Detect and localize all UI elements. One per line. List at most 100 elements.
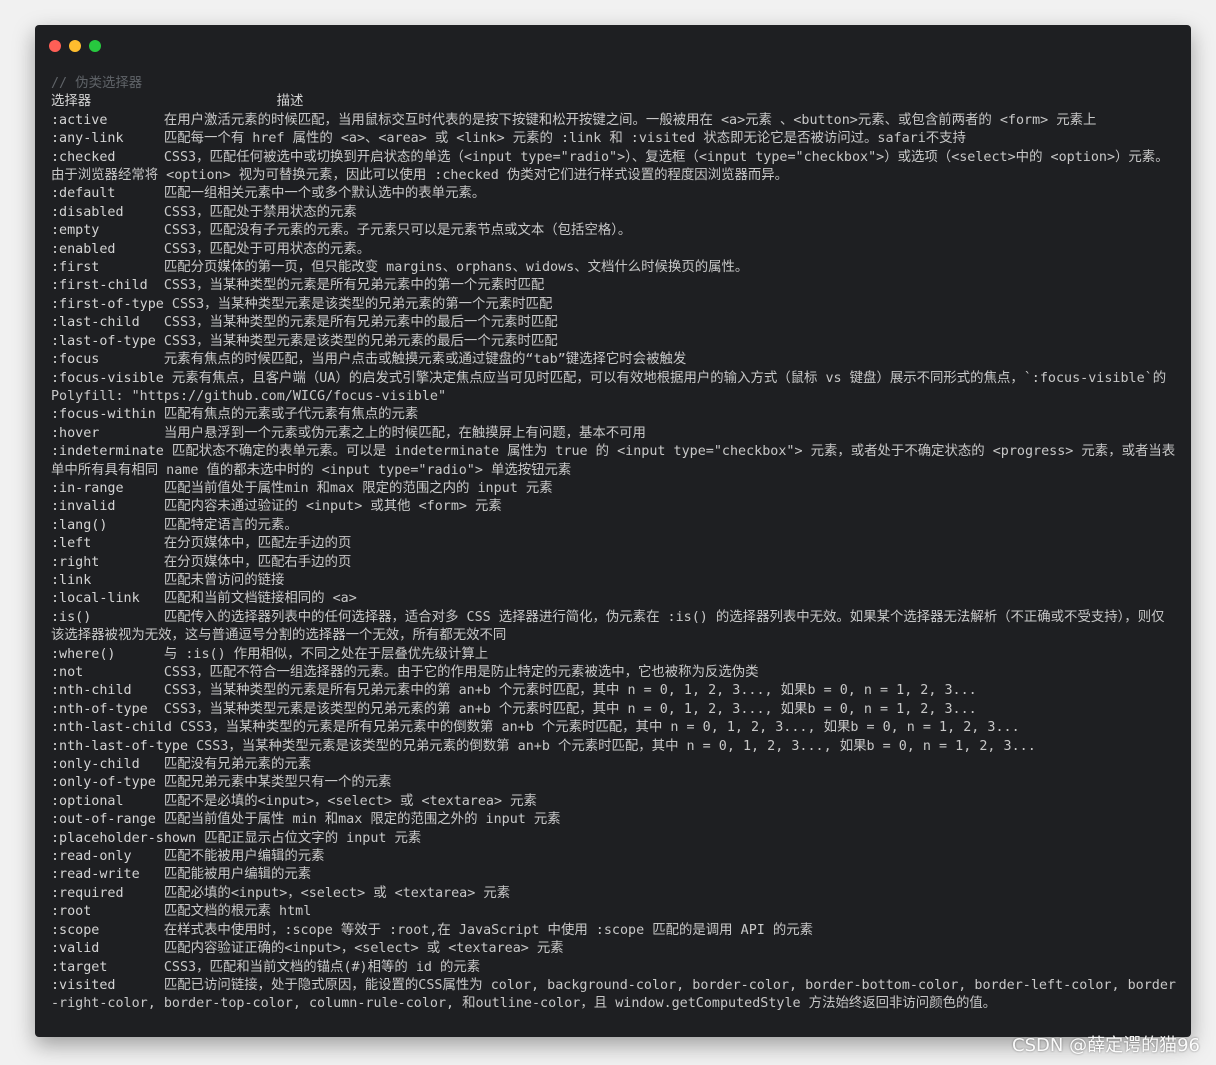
pseudo-class-selector: :any-link <box>51 131 156 147</box>
table-row: :nth-of-type CSS3，当某种类型元素是该类型的兄弟元素的第 an+… <box>51 701 1176 719</box>
pseudo-class-description: 匹配不能被用户编辑的元素 <box>155 849 325 865</box>
pseudo-class-description: CSS3，当某种类型元素是该类型的兄弟元素的第一个元素时匹配 <box>163 296 553 312</box>
pseudo-class-selector: :left <box>51 536 156 552</box>
table-row: :scope 在样式表中使用时，:scope 等效于 :root,在 JavaS… <box>51 922 1176 940</box>
pseudo-class-description: 匹配分页媒体的第一页，但只能改变 margins、orphans、widows、… <box>155 260 749 276</box>
pseudo-class-selector: :required <box>51 885 156 901</box>
pseudo-class-description: 匹配内容验证正确的<input>，<select> 或 <textarea> 元… <box>155 941 564 957</box>
table-row: :is() 匹配传入的选择器列表中的任何选择器，适合对多 CSS 选择器进行简化… <box>51 609 1176 646</box>
pseudo-class-description: CSS3，当某种类型元素是该类型的兄弟元素的最后一个元素时匹配 <box>155 333 558 349</box>
table-row: :invalid 匹配内容未通过验证的 <input> 或其他 <form> 元… <box>51 498 1176 516</box>
zoom-button[interactable] <box>89 40 101 52</box>
header-spacer <box>91 94 276 109</box>
pseudo-class-description: 匹配未曾访问的链接 <box>155 572 285 588</box>
pseudo-class-selector: :focus <box>51 352 156 368</box>
table-row: :valid 匹配内容验证正确的<input>，<select> 或 <text… <box>51 940 1176 958</box>
pseudo-class-description: 当用户悬浮到一个元素或伪元素之上的时候匹配，在触摸屏上有问题，基本不可用 <box>155 425 646 441</box>
pseudo-class-selector: :only-child <box>51 757 156 773</box>
table-row: :first-child CSS3，当某种类型的元素是所有兄弟元素中的第一个元素… <box>51 277 1176 295</box>
pseudo-class-selector: :valid <box>51 941 156 957</box>
table-row: :root 匹配文档的根元素 html <box>51 903 1176 921</box>
code-window: // 伪类选择器 选择器 描述 :active 在用户激活元素的时候匹配，当用鼠… <box>35 25 1191 1037</box>
pseudo-class-description: CSS3，当某种类型的元素是所有兄弟元素中的第 an+b 个元素时匹配，其中 n… <box>155 683 977 699</box>
table-row: :in-range 匹配当前值处于属性min 和max 限定的范围之内的 inp… <box>51 480 1176 498</box>
minimize-button[interactable] <box>69 40 81 52</box>
pseudo-class-selector: :hover <box>51 425 156 441</box>
table-row: :only-of-type 匹配兄弟元素中某类型只有一个的元素 <box>51 774 1176 792</box>
pseudo-class-description: 匹配特定语言的元素。 <box>155 517 298 533</box>
table-row: :default 匹配一组相关元素中一个或多个默认选中的表单元素。 <box>51 185 1176 203</box>
pseudo-class-description: CSS3，匹配没有子元素的元素。子元素只可以是元素节点或文本（包括空格）。 <box>155 223 632 239</box>
pseudo-class-selector: :disabled <box>51 204 156 220</box>
pseudo-class-description: 匹配每一个有 href 属性的 <a>、<area> 或 <link> 元素的 … <box>155 131 966 147</box>
pseudo-class-selector: :visited <box>51 977 156 993</box>
table-row: :local-link 匹配和当前文档链接相同的 <a> <box>51 590 1176 608</box>
header-selector: 选择器 <box>51 94 92 110</box>
header-row: 选择器 描述 <box>51 93 1176 111</box>
pseudo-class-description: CSS3，当某种类型元素是该类型的兄弟元素的第 an+b 个元素时匹配，其中 n… <box>155 701 977 717</box>
pseudo-class-selector: :checked <box>51 149 156 165</box>
header-description: 描述 <box>276 94 304 110</box>
pseudo-class-selector: :default <box>51 186 156 202</box>
pseudo-class-description: 匹配能被用户编辑的元素 <box>155 867 312 883</box>
pseudo-class-selector: :where() <box>51 646 156 662</box>
rows-list: :active 在用户激活元素的时候匹配，当用鼠标交互时代表的是按下按键和松开按… <box>51 112 1176 1014</box>
pseudo-class-description: 与 :is() 作用相似，不同之处在于层叠优先级计算上 <box>155 646 489 662</box>
pseudo-class-description: CSS3，当某种类型的元素是所有兄弟元素中的第一个元素时匹配 <box>155 278 545 294</box>
table-row: :active 在用户激活元素的时候匹配，当用鼠标交互时代表的是按下按键和松开按… <box>51 112 1176 130</box>
table-row: :lang() 匹配特定语言的元素。 <box>51 517 1176 535</box>
table-row: :read-write 匹配能被用户编辑的元素 <box>51 866 1176 884</box>
pseudo-class-description: 元素有焦点的时候匹配，当用户点击或触摸元素或通过键盘的“tab”键选择它时会被触… <box>155 352 687 368</box>
table-row: :focus-visible 元素有焦点，且客户端（UA）的启发式引擎决定焦点应… <box>51 370 1176 407</box>
pseudo-class-selector: :local-link <box>51 591 156 607</box>
pseudo-class-description: CSS3，匹配处于可用状态的元素。 <box>155 241 371 257</box>
pseudo-class-selector: :nth-of-type <box>51 701 156 717</box>
pseudo-class-selector: :read-write <box>51 867 156 883</box>
pseudo-class-selector: :not <box>51 665 156 680</box>
table-row: :empty CSS3，匹配没有子元素的元素。子元素只可以是元素节点或文本（包括… <box>51 222 1176 240</box>
pseudo-class-description: CSS3，当某种类型的元素是所有兄弟元素中的最后一个元素时匹配 <box>155 315 558 331</box>
pseudo-class-selector: :scope <box>51 922 156 938</box>
pseudo-class-selector: :focus-visible <box>51 370 164 386</box>
pseudo-class-selector: :optional <box>51 793 156 809</box>
table-row: :target CSS3，匹配和当前文档的锚点(#)相等的 id 的元素 <box>51 959 1176 977</box>
pseudo-class-description: 匹配没有兄弟元素的元素 <box>155 757 312 773</box>
pseudo-class-description: 匹配一组相关元素中一个或多个默认选中的表单元素。 <box>155 186 486 202</box>
csdn-watermark: CSDN @薛定谔的猫96 <box>1012 1035 1200 1056</box>
pseudo-class-description: 匹配传入的选择器列表中的任何选择器，适合对多 CSS 选择器进行简化，伪元素在 … <box>51 609 1165 644</box>
table-row: :any-link 匹配每一个有 href 属性的 <a>、<area> 或 <… <box>51 130 1176 148</box>
close-button[interactable] <box>49 40 61 52</box>
table-row: :nth-child CSS3，当某种类型的元素是所有兄弟元素中的第 an+b … <box>51 682 1176 700</box>
pseudo-class-selector: :nth-last-child <box>51 720 172 736</box>
table-row: :focus-within 匹配有焦点的元素或子代元素有焦点的元素 <box>51 406 1176 424</box>
pseudo-class-selector: :enabled <box>51 241 156 257</box>
code-block: // 伪类选择器 选择器 描述 :active 在用户激活元素的时候匹配，当用鼠… <box>51 75 1176 1014</box>
pseudo-class-description: 匹配有焦点的元素或子代元素有焦点的元素 <box>155 407 419 423</box>
pseudo-class-description: 在分页媒体中，匹配左手边的页 <box>155 536 352 552</box>
table-row: :first-of-type CSS3，当某种类型元素是该类型的兄弟元素的第一个… <box>51 296 1176 314</box>
table-row: :checked CSS3，匹配任何被选中或切换到开启状态的单选（<input … <box>51 149 1176 186</box>
table-row: :not CSS3，匹配不符合一组选择器的元素。由于它的作用是防止特定的元素被选… <box>51 664 1176 682</box>
pseudo-class-selector: :target <box>51 959 156 975</box>
pseudo-class-selector: :first <box>51 260 156 276</box>
pseudo-class-selector: :first-of-type <box>51 296 164 312</box>
pseudo-class-description: 匹配内容未通过验证的 <input> 或其他 <form> 元素 <box>155 499 502 515</box>
table-row: :out-of-range 匹配当前值处于属性 min 和max 限定的范围之外… <box>51 811 1176 829</box>
table-row: :nth-last-child CSS3，当某种类型的元素是所有兄弟元素中的倒数… <box>51 719 1176 737</box>
table-row: :last-of-type CSS3，当某种类型元素是该类型的兄弟元素的最后一个… <box>51 333 1176 351</box>
pseudo-class-description: 在样式表中使用时，:scope 等效于 :root,在 JavaScript 中… <box>155 922 814 938</box>
pseudo-class-description: CSS3，匹配不符合一组选择器的元素。由于它的作用是防止特定的元素被选中，它也被… <box>155 665 759 680</box>
pseudo-class-selector: :lang() <box>51 517 156 533</box>
pseudo-class-selector: :focus-within <box>51 407 156 423</box>
pseudo-class-description: 匹配文档的根元素 html <box>155 904 312 920</box>
pseudo-class-description: 在用户激活元素的时候匹配，当用鼠标交互时代表的是按下按键和松开按键之间。一般被用… <box>155 112 1097 128</box>
pseudo-class-description: 匹配已访问链接，处于隐式原因，能设置的CSS属性为 color, backgro… <box>51 977 1176 1012</box>
pseudo-class-selector: :placeholder-shown <box>51 830 197 846</box>
table-row: :right 在分页媒体中，匹配右手边的页 <box>51 554 1176 572</box>
pseudo-class-description: CSS3，匹配处于禁用状态的元素 <box>155 204 357 220</box>
table-row: :nth-last-of-type CSS3，当某种类型元素是该类型的兄弟元素的… <box>51 738 1176 756</box>
pseudo-class-selector: :right <box>51 554 156 570</box>
table-row: :indeterminate 匹配状态不确定的表单元素。可以是 indeterm… <box>51 443 1176 480</box>
table-row: :only-child 匹配没有兄弟元素的元素 <box>51 756 1176 774</box>
table-row: :first 匹配分页媒体的第一页，但只能改变 margins、orphans、… <box>51 259 1176 277</box>
